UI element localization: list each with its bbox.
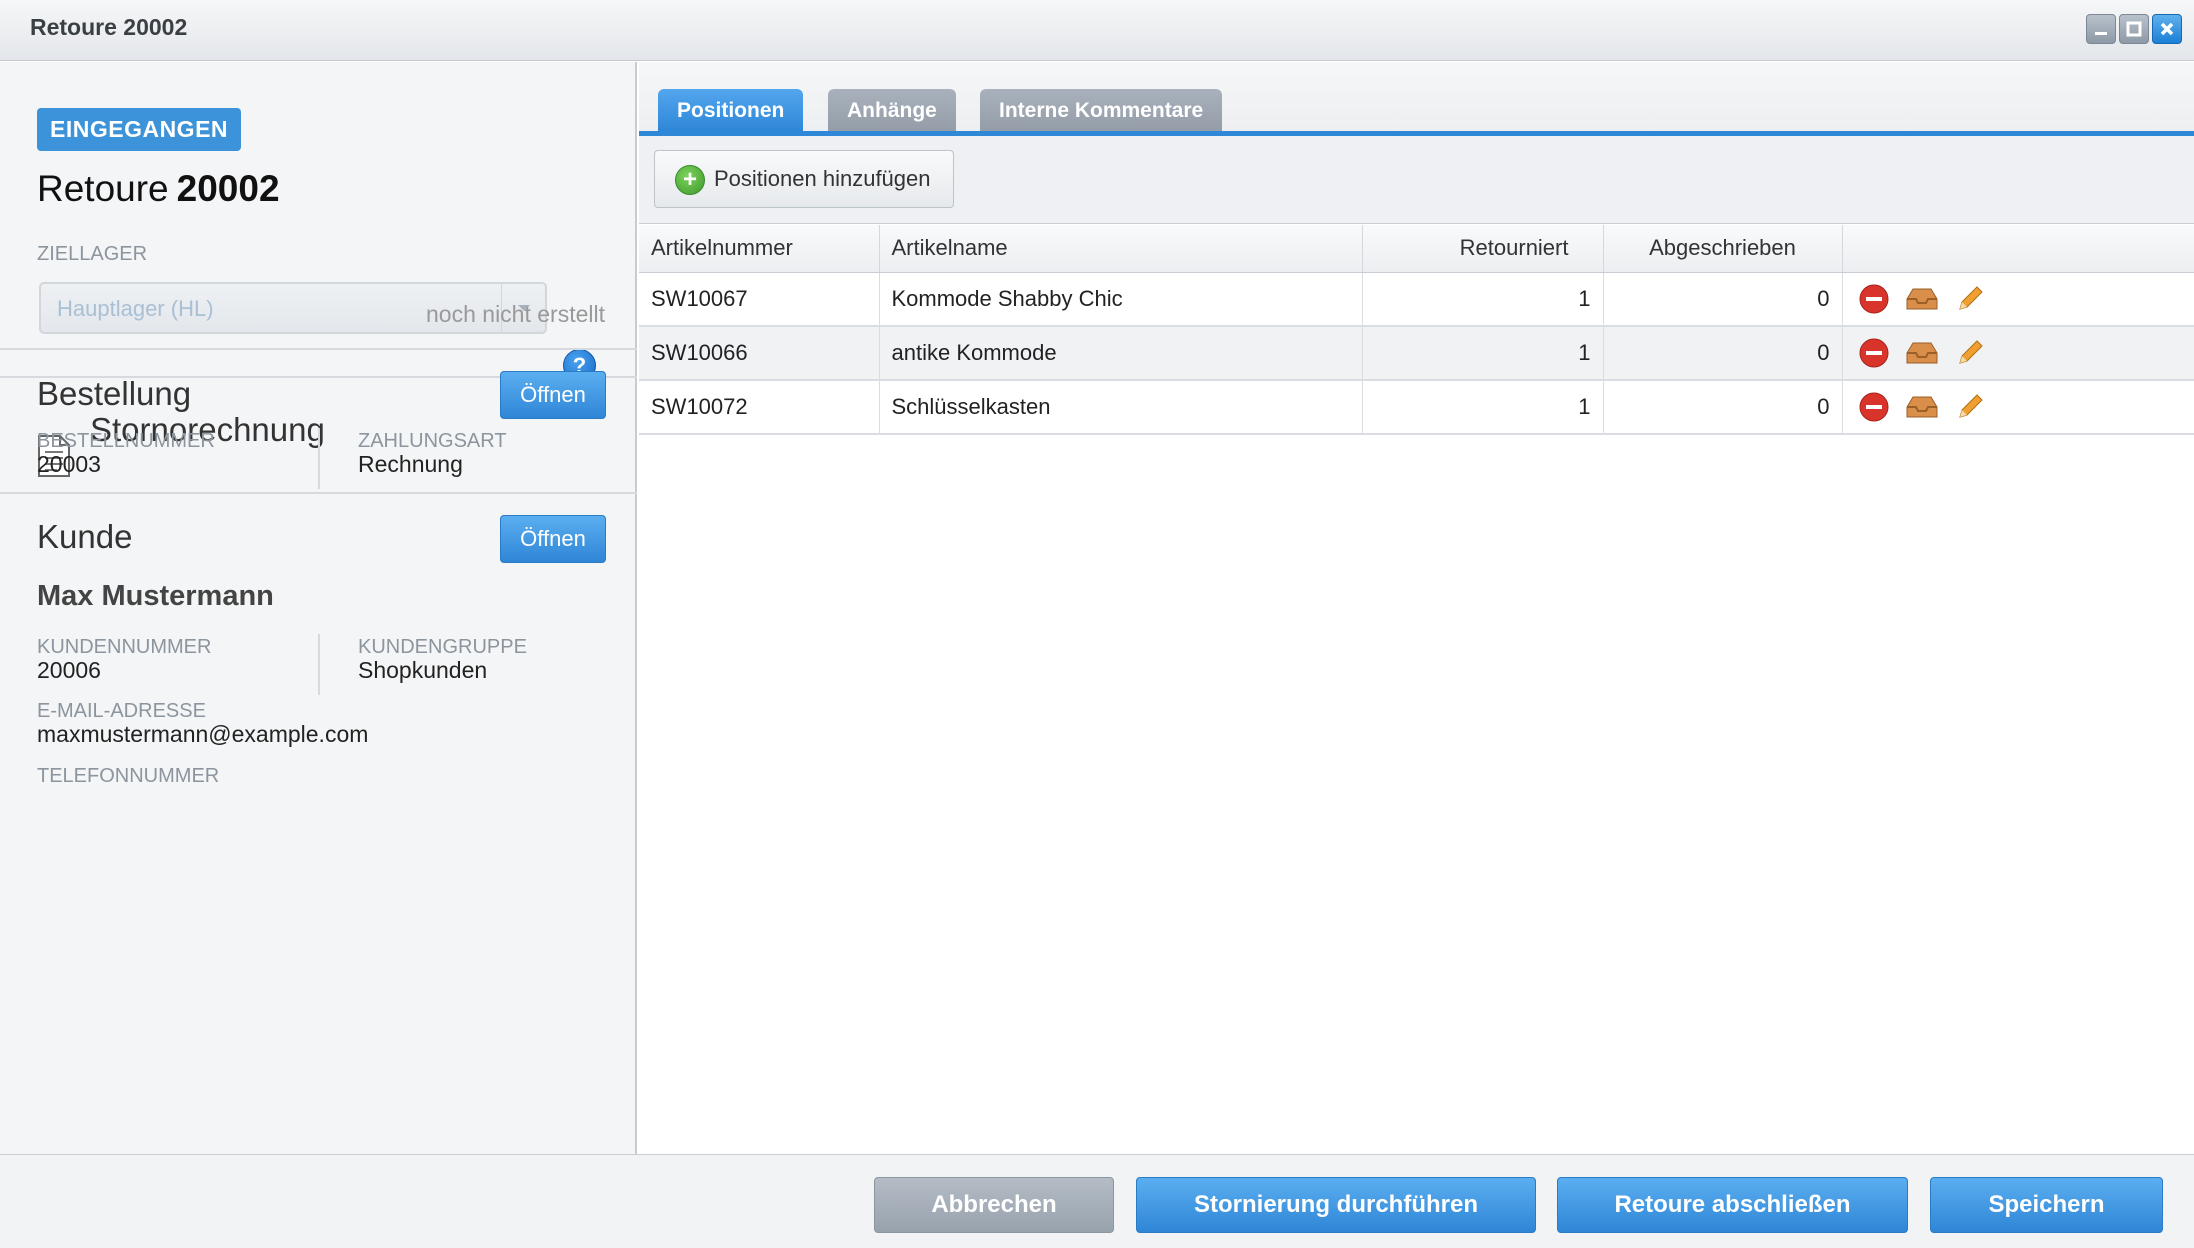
customer-name: Max Mustermann [37, 580, 274, 612]
tab-bar: Positionen Anhänge Interne Kommentare [639, 62, 2194, 136]
window-title: Retoure 20002 [30, 14, 188, 40]
retoure-label: Retoure [37, 168, 169, 209]
window-controls [2086, 14, 2182, 44]
tab-interne-kommentare[interactable]: Interne Kommentare [980, 89, 1223, 132]
email-value: maxmustermann@example.com [37, 721, 369, 747]
bestellnummer-value: 20003 [37, 451, 101, 477]
cell-abgeschrieben[interactable]: 0 [1603, 380, 1843, 435]
table-row[interactable]: SW10067 Kommode Shabby Chic 1 0 [639, 272, 2194, 327]
footer-toolbar: Abbrechen Stornierung durchführen Retour… [0, 1154, 2194, 1248]
divider [318, 634, 320, 695]
positions-grid: Artikelnummer Artikelname Retourniert Ab… [639, 225, 2194, 435]
status-badge: EINGEGANGEN [37, 108, 242, 151]
open-customer-button[interactable]: Öffnen [500, 515, 606, 563]
cell-artikelname: Schlüsselkasten [879, 380, 1363, 435]
grid-header-row: Artikelnummer Artikelname Retourniert Ab… [639, 225, 2194, 273]
table-row[interactable]: SW10066 antike Kommode 1 0 [639, 326, 2194, 381]
inbox-icon[interactable] [1905, 390, 1939, 424]
kundengruppe-value: Shopkunden [358, 657, 488, 683]
cell-artikelnummer: SW10067 [639, 272, 880, 327]
bestellnummer-label: BESTELLNUMMER [37, 430, 215, 452]
pencil-icon[interactable] [1953, 336, 1987, 370]
delete-icon[interactable] [1857, 390, 1891, 424]
column-header-actions [1842, 225, 2194, 273]
telefon-label: TELEFONNUMMER [37, 765, 220, 787]
close-retoure-button[interactable]: Retoure abschließen [1557, 1177, 1908, 1233]
divider [318, 428, 320, 489]
cell-artikelnummer: SW10066 [639, 326, 880, 381]
tab-positionen[interactable]: Positionen [658, 89, 804, 132]
retoure-number: 20002 [176, 168, 280, 209]
cell-retourniert[interactable]: 1 [1362, 272, 1604, 327]
row-actions [1842, 326, 2194, 381]
column-header-artikelname[interactable]: Artikelname [879, 225, 1363, 273]
kundennummer-label: KUNDENNUMMER [37, 636, 212, 658]
add-positions-button[interactable]: + Positionen hinzufügen [654, 150, 954, 208]
cell-artikelname: antike Kommode [879, 326, 1363, 381]
column-header-retourniert[interactable]: Retourniert [1362, 225, 1604, 273]
email-label: E-MAIL-ADRESSE [37, 700, 206, 722]
ziellager-value: Hauptlager (HL) [57, 296, 214, 321]
cell-abgeschrieben[interactable]: 0 [1603, 326, 1843, 381]
column-header-artikelnummer[interactable]: Artikelnummer [639, 225, 880, 273]
divider [0, 348, 637, 350]
pencil-icon[interactable] [1953, 282, 1987, 316]
row-actions [1842, 272, 2194, 327]
table-row[interactable]: SW10072 Schlüsselkasten 1 0 [639, 380, 2194, 435]
divider [0, 492, 637, 494]
inbox-icon[interactable] [1905, 282, 1939, 316]
delete-icon[interactable] [1857, 282, 1891, 316]
window-titlebar: Retoure 20002 [0, 0, 2194, 61]
cancel-button[interactable]: Abbrechen [874, 1177, 1114, 1233]
plus-icon: + [675, 165, 705, 195]
cell-retourniert[interactable]: 1 [1362, 326, 1604, 381]
minimize-icon[interactable] [2086, 14, 2116, 44]
cell-abgeschrieben[interactable]: 0 [1603, 272, 1843, 327]
open-order-button[interactable]: Öffnen [500, 371, 606, 419]
kunde-title: Kunde [37, 518, 133, 555]
cell-artikelnummer: SW10072 [639, 380, 880, 435]
delete-icon[interactable] [1857, 336, 1891, 370]
storno-button[interactable]: Stornierung durchführen [1136, 1177, 1536, 1233]
save-button[interactable]: Speichern [1930, 1177, 2163, 1233]
ziellager-label: ZIELLAGER [37, 243, 148, 265]
storno-status: noch nicht erstellt [426, 301, 605, 327]
inbox-icon[interactable] [1905, 336, 1939, 370]
maximize-icon[interactable] [2119, 14, 2149, 44]
positions-panel: Positionen Anhänge Interne Kommentare + … [639, 62, 2194, 1154]
pencil-icon[interactable] [1953, 390, 1987, 424]
zahlungsart-value: Rechnung [358, 451, 463, 477]
bestellung-title: Bestellung [37, 375, 192, 412]
row-actions [1842, 380, 2194, 435]
close-icon[interactable] [2152, 14, 2182, 44]
add-positions-label: Positionen hinzufügen [714, 166, 931, 191]
kundennummer-value: 20006 [37, 657, 101, 683]
cell-retourniert[interactable]: 1 [1362, 380, 1604, 435]
zahlungsart-label: ZAHLUNGSART [358, 430, 507, 452]
column-header-abgeschrieben[interactable]: Abgeschrieben [1603, 225, 1843, 273]
grid-toolbar: + Positionen hinzufügen [639, 136, 2194, 224]
cell-artikelname: Kommode Shabby Chic [879, 272, 1363, 327]
tab-anhaenge[interactable]: Anhänge [828, 89, 956, 132]
page-title: Retoure 20002 [37, 168, 280, 210]
detail-sidebar: EINGEGANGEN Retoure 20002 ZIELLAGER Haupt… [0, 62, 637, 1154]
kundengruppe-label: KUNDENGRUPPE [358, 636, 527, 658]
